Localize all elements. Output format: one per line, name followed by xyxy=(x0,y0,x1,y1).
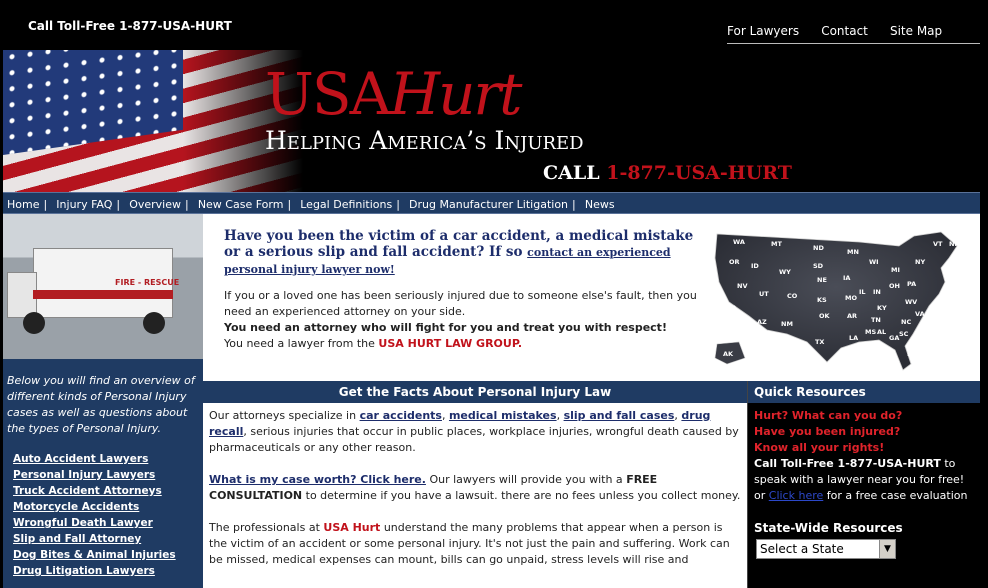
link-slip-and-fall-attorney[interactable]: Slip and Fall Attorney xyxy=(13,531,203,547)
svg-text:NE: NE xyxy=(817,276,827,284)
svg-text:MD: MD xyxy=(937,306,949,314)
link-contact[interactable]: Contact xyxy=(821,24,868,38)
svg-text:LA: LA xyxy=(849,334,858,342)
svg-text:CA: CA xyxy=(727,304,737,312)
svg-text:KY: KY xyxy=(877,304,887,312)
right-sidebar: Quick Resources Hurt? What can you do? H… xyxy=(747,381,980,588)
svg-text:MA: MA xyxy=(953,264,965,272)
case-worth-link[interactable]: What is my case worth? Click here. xyxy=(209,473,426,486)
main-text: Our attorneys specialize in car accident… xyxy=(209,409,741,566)
case-type-links: Auto Accident Lawyers Personal Injury La… xyxy=(3,451,203,579)
svg-text:GA: GA xyxy=(889,334,899,342)
banner-phone: CALL 1-877-USA-HURT xyxy=(543,162,792,184)
chevron-down-icon[interactable]: ▼ xyxy=(879,540,895,558)
hero-section: FIRE - RESCUE Have you been the victim o… xyxy=(3,214,980,381)
svg-text:NJ: NJ xyxy=(941,290,949,298)
hero-paragraph: If you or a loved one has been seriously… xyxy=(224,289,697,350)
left-intro-text: Below you will find an overview of diffe… xyxy=(7,374,195,435)
left-sidebar: Below you will find an overview of diffe… xyxy=(3,367,203,588)
link-motorcycle-accidents[interactable]: Motorcycle Accidents xyxy=(13,499,203,515)
link-auto-accident-lawyers[interactable]: Auto Accident Lawyers xyxy=(13,451,203,467)
site-tagline: Helping America’s Injured xyxy=(265,126,584,155)
link-truck-accident-attorneys[interactable]: Truck Accident Attorneys xyxy=(13,483,203,499)
svg-text:IA: IA xyxy=(843,274,850,282)
site-logo[interactable]: USAHurt xyxy=(265,60,522,128)
nav-drug-litigation[interactable]: Drug Manufacturer Litigation xyxy=(409,198,568,211)
link-dog-bites[interactable]: Dog Bites & Animal Injuries xyxy=(13,547,203,563)
link-car-accidents[interactable]: car accidents xyxy=(360,409,442,422)
svg-text:ME: ME xyxy=(953,254,964,262)
link-site-map[interactable]: Site Map xyxy=(890,24,942,38)
svg-text:OR: OR xyxy=(729,258,740,266)
svg-text:OH: OH xyxy=(889,282,900,290)
toll-free-number: Call Toll-Free 1-877-USA-HURT xyxy=(28,19,232,33)
nav-injury-faq[interactable]: Injury FAQ xyxy=(56,198,112,211)
svg-text:RI: RI xyxy=(953,272,960,280)
main-content: Get the Facts About Personal Injury Law … xyxy=(203,381,747,588)
svg-text:VA: VA xyxy=(915,310,925,318)
svg-text:ID: ID xyxy=(751,262,759,270)
svg-text:TN: TN xyxy=(871,316,881,324)
svg-text:WY: WY xyxy=(779,268,791,276)
quick-resources-text: Hurt? What can you do? Have you been inj… xyxy=(754,409,968,502)
hero-question: Have you been the victim of a car accide… xyxy=(224,228,694,276)
svg-text:SD: SD xyxy=(813,262,824,270)
svg-text:AR: AR xyxy=(847,312,857,320)
link-personal-injury-lawyers[interactable]: Personal Injury Lawyers xyxy=(13,467,203,483)
svg-text:NV: NV xyxy=(737,282,747,290)
nav-new-case-form[interactable]: New Case Form xyxy=(198,198,284,211)
main-nav: Home | Injury FAQ | Overview | New Case For… xyxy=(3,192,980,214)
svg-text:UT: UT xyxy=(759,290,769,298)
svg-text:PA: PA xyxy=(907,280,916,288)
link-for-lawyers[interactable]: For Lawyers xyxy=(727,24,799,38)
hero-text: Have you been the victim of a car accide… xyxy=(224,228,704,352)
link-wrongful-death-lawyer[interactable]: Wrongful Death Lawyer xyxy=(13,515,203,531)
nav-home[interactable]: Home xyxy=(7,198,39,211)
svg-text:WI: WI xyxy=(869,258,879,266)
svg-text:NH: NH xyxy=(949,240,960,248)
svg-text:KS: KS xyxy=(817,296,827,304)
us-map[interactable]: WA MT ND MN WI MI NY VT NH ME MA RI CT N… xyxy=(709,224,971,374)
svg-text:WV: WV xyxy=(905,298,917,306)
state-select[interactable]: Select a State ▼ xyxy=(756,539,896,559)
link-medical-mistakes[interactable]: medical mistakes xyxy=(449,409,557,422)
state-resources-heading: State-Wide Resources xyxy=(754,521,903,535)
top-links: For Lawyers Contact Site Map xyxy=(727,20,980,44)
svg-text:NM: NM xyxy=(781,320,793,328)
nav-overview[interactable]: Overview xyxy=(129,198,181,211)
svg-text:ND: ND xyxy=(813,244,824,252)
free-evaluation-link[interactable]: Click here xyxy=(769,489,824,502)
svg-text:AL: AL xyxy=(877,328,886,336)
svg-text:IN: IN xyxy=(873,288,881,296)
svg-text:MS: MS xyxy=(865,328,876,336)
svg-text:NC: NC xyxy=(901,318,911,326)
svg-text:CT: CT xyxy=(945,280,955,288)
ambulance-image: FIRE - RESCUE xyxy=(3,214,203,359)
svg-text:MO: MO xyxy=(845,294,857,302)
svg-text:NY: NY xyxy=(915,258,925,266)
svg-text:IL: IL xyxy=(859,288,866,296)
top-bar: Call Toll-Free 1-877-USA-HURT For Lawyer… xyxy=(0,0,988,50)
svg-text:SC: SC xyxy=(899,330,909,338)
svg-text:AK: AK xyxy=(723,350,734,358)
svg-text:VT: VT xyxy=(933,240,943,248)
section-heading: Get the Facts About Personal Injury Law xyxy=(203,381,747,403)
svg-text:HI: HI xyxy=(765,358,773,366)
nav-news[interactable]: News xyxy=(585,198,615,211)
svg-text:MI: MI xyxy=(891,266,900,274)
link-drug-litigation-lawyers[interactable]: Drug Litigation Lawyers xyxy=(13,563,203,579)
map-label-wa: WA xyxy=(733,238,745,246)
svg-text:MT: MT xyxy=(771,240,782,248)
svg-text:OK: OK xyxy=(819,312,831,320)
svg-text:MN: MN xyxy=(847,248,859,256)
link-slip-and-fall-cases[interactable]: slip and fall cases xyxy=(564,409,675,422)
nav-legal-definitions[interactable]: Legal Definitions xyxy=(300,198,392,211)
svg-text:AZ: AZ xyxy=(757,318,767,326)
svg-text:DE: DE xyxy=(939,298,949,306)
header-banner: USAHurt Helping America’s Injured CALL 1… xyxy=(3,50,980,192)
svg-text:TX: TX xyxy=(815,338,824,346)
svg-text:FL: FL xyxy=(907,350,916,358)
svg-text:CO: CO xyxy=(787,292,798,300)
quick-resources-heading: Quick Resources xyxy=(748,381,980,403)
